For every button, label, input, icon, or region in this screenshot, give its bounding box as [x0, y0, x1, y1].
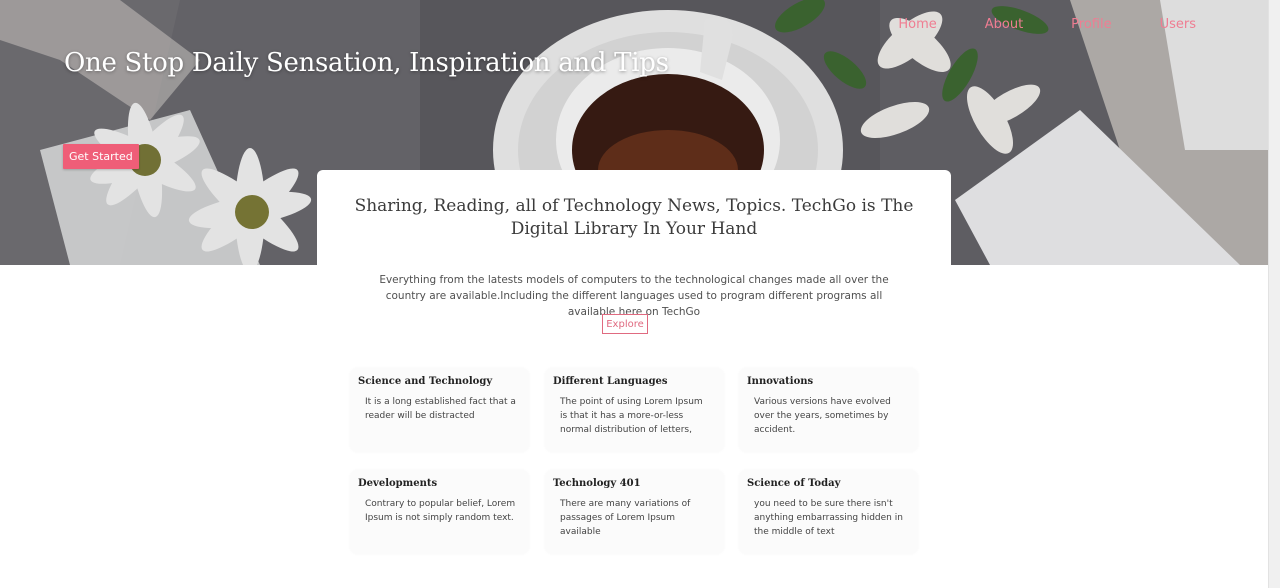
page-scrollbar[interactable]: [1268, 0, 1280, 588]
feature-card: Technology 401 There are many variations…: [545, 470, 724, 554]
feature-text: Contrary to popular belief, Lorem Ipsum …: [365, 499, 516, 523]
intro-description: Everything from the latests models of co…: [379, 274, 889, 318]
get-started-button[interactable]: Get Started: [63, 144, 139, 169]
nav-link-about[interactable]: About: [961, 17, 1047, 32]
hero-title: One Stop Daily Sensation, Inspiration an…: [64, 48, 669, 78]
feature-title: Science of Today: [747, 478, 841, 489]
nav-link-profile[interactable]: Profile: [1047, 17, 1135, 32]
intro-card: Sharing, Reading, all of Technology News…: [317, 170, 951, 350]
nav-link-home[interactable]: Home: [874, 17, 960, 32]
nav-link-users[interactable]: Users: [1136, 17, 1220, 32]
feature-card: Developments Contrary to popular belief,…: [350, 470, 529, 554]
intro-heading: Sharing, Reading, all of Technology News…: [354, 196, 914, 239]
feature-title: Science and Technology: [358, 376, 493, 387]
feature-card: Innovations Various versions have evolve…: [739, 368, 918, 452]
feature-card: Different Languages The point of using L…: [545, 368, 724, 452]
feature-card: Science and Technology It is a long esta…: [350, 368, 529, 452]
top-nav: Home About Profile Users: [874, 17, 1220, 32]
feature-text: The point of using Lorem Ipsum is that i…: [560, 397, 703, 435]
page: Home About Profile Users One Stop Daily …: [0, 0, 1280, 588]
feature-title: Developments: [358, 478, 438, 489]
feature-title: Technology 401: [553, 478, 641, 489]
feature-title: Innovations: [747, 376, 814, 387]
feature-text: Various versions have evolved over the y…: [754, 397, 891, 435]
feature-title: Different Languages: [553, 376, 668, 387]
feature-card: Science of Today you need to be sure the…: [739, 470, 918, 554]
feature-text: There are many variations of passages of…: [560, 499, 691, 537]
feature-text: It is a long established fact that a rea…: [365, 397, 516, 421]
explore-button[interactable]: Explore: [602, 314, 648, 334]
feature-text: you need to be sure there isn't anything…: [754, 499, 903, 537]
